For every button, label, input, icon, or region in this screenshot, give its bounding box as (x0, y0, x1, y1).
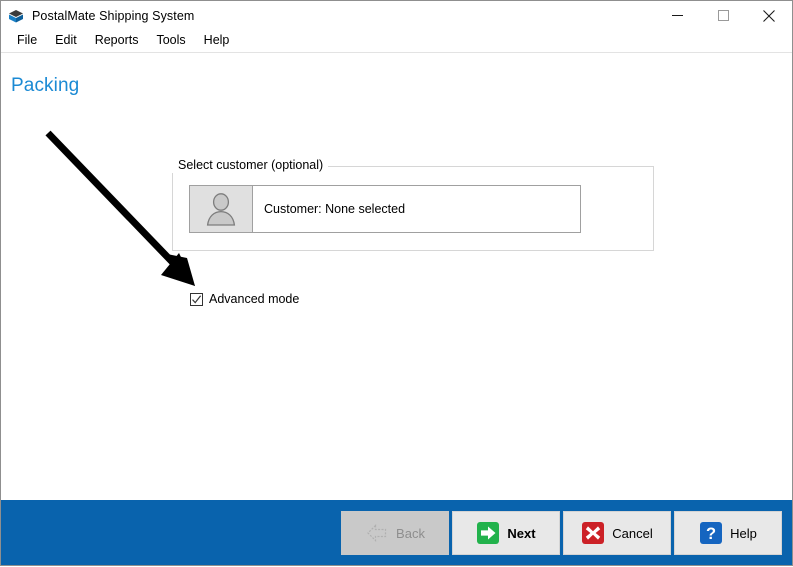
menu-bar: File Edit Reports Tools Help (1, 30, 792, 53)
svg-text:?: ? (706, 525, 716, 543)
customer-select-label: Customer: None selected (264, 202, 406, 216)
advanced-mode-label: Advanced mode (209, 292, 300, 306)
advanced-mode-row[interactable]: Advanced mode (190, 292, 299, 306)
wizard-buttons: Back Next Cancel ? Help (341, 511, 782, 555)
application-window: PostalMate Shipping System File Edit Rep… (0, 0, 793, 566)
menu-item-reports[interactable]: Reports (86, 31, 148, 51)
next-button-label: Next (507, 525, 536, 541)
help-button-label: Help (730, 525, 757, 541)
window-title: PostalMate Shipping System (32, 8, 195, 23)
customer-select-button[interactable]: Customer: None selected (189, 185, 581, 233)
question-icon: ? (700, 522, 723, 544)
maximize-icon[interactable] (700, 1, 746, 30)
back-button-label: Back (396, 525, 425, 541)
person-icon (190, 186, 253, 232)
content-area: Packing Select customer (optional) Custo… (1, 53, 792, 500)
arrow-right-icon (477, 522, 500, 544)
next-button[interactable]: Next (452, 511, 560, 555)
menu-item-file[interactable]: File (8, 31, 46, 51)
minimize-icon[interactable] (654, 1, 700, 30)
help-button[interactable]: ? Help (674, 511, 782, 555)
menu-item-tools[interactable]: Tools (147, 31, 194, 51)
page-title: Packing (11, 75, 80, 96)
title-bar: PostalMate Shipping System (1, 1, 792, 30)
window-controls (654, 1, 792, 30)
select-customer-legend: Select customer (optional) (172, 158, 329, 173)
cancel-button[interactable]: Cancel (563, 511, 671, 555)
back-button[interactable]: Back (341, 511, 449, 555)
advanced-mode-checkbox[interactable] (190, 292, 203, 306)
cancel-button-label: Cancel (612, 525, 653, 541)
menu-item-help[interactable]: Help (195, 31, 239, 51)
package-stack-icon (7, 7, 25, 25)
arrow-left-icon (367, 524, 387, 542)
x-mark-icon (582, 522, 605, 544)
menu-item-edit[interactable]: Edit (46, 31, 86, 51)
close-icon[interactable] (746, 1, 792, 30)
footer-bar: Back Next Cancel ? Help (1, 500, 792, 565)
